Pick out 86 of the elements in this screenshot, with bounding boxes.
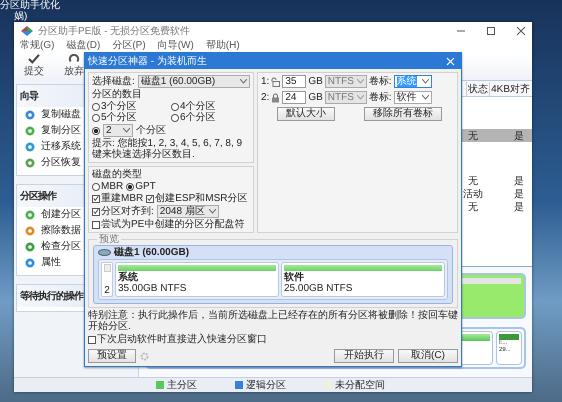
disc-icon <box>25 158 35 168</box>
checkbox-option[interactable]: 下次启动软件时直接进入快速分区窗口 <box>88 334 458 345</box>
hint-text: 提示: 您能按1, 2, 3, 4, 5, 6, 7, 8, 9键来快速选择分区数目. <box>92 138 244 160</box>
disc-icon <box>25 142 35 152</box>
unit-label: GB <box>308 92 323 103</box>
menu-item[interactable]: 磁盘(D) <box>66 40 100 52</box>
partition-block[interactable]: 系统 35.00GB NTFS <box>115 262 279 297</box>
unlocked-icon[interactable] <box>271 76 280 86</box>
radio-option[interactable]: 5个分区 <box>92 112 171 123</box>
preset-button[interactable]: 预设置 <box>88 349 136 363</box>
caret-icon <box>240 79 247 84</box>
disk-title: 磁盘1 (60.00GB) <box>114 247 190 258</box>
checkmark-icon <box>27 54 41 64</box>
legend-label: 逻辑分区 <box>246 378 286 392</box>
radio-button[interactable] <box>92 126 100 134</box>
size-input[interactable]: 35 <box>282 75 306 88</box>
radio-option[interactable]: 6个分区 <box>171 112 250 123</box>
toolbar-button[interactable]: 提交 <box>18 52 50 80</box>
checkbox-option[interactable]: 创建ESP和MSR分区 <box>146 193 248 204</box>
checkbox[interactable] <box>92 208 100 216</box>
menu-item[interactable]: 帮助(H) <box>206 40 240 52</box>
menu-item[interactable]: 常规(G) <box>20 40 54 52</box>
start-button[interactable]: 开始执行 <box>334 349 394 363</box>
default-size-button[interactable]: 默认大小 <box>277 107 335 121</box>
partition-count: 2 <box>104 285 110 296</box>
desktop-icon-label[interactable]: 娲) <box>14 11 28 22</box>
caret-icon <box>356 79 364 84</box>
radio-option[interactable]: 4个分区 <box>171 101 250 112</box>
undo-icon <box>67 54 81 64</box>
filesystem-dropdown[interactable]: NTFS <box>324 75 367 88</box>
menu-item[interactable]: 分区(P) <box>112 40 146 52</box>
partition-index: 1: <box>261 76 270 87</box>
caret-icon <box>356 95 364 100</box>
size-input[interactable]: 24 <box>282 91 306 104</box>
partition-block[interactable]: 软件 25.00GB NTFS <box>281 262 445 297</box>
caret-icon <box>422 95 429 100</box>
count-dropdown[interactable]: 2 <box>103 124 133 137</box>
partition-index: 2: <box>261 92 270 103</box>
remove-labels-button[interactable]: 移除所有卷标 <box>364 107 442 121</box>
unit-label: GB <box>308 76 323 87</box>
legend-label: 未分配空间 <box>335 378 385 392</box>
field-label: 卷标: <box>368 76 392 87</box>
radio-button[interactable] <box>171 102 179 110</box>
app-logo-icon <box>20 25 34 37</box>
checkbox[interactable] <box>88 336 96 344</box>
column-header[interactable]: 状态 <box>466 82 489 96</box>
menu-item[interactable]: 向导(W) <box>158 40 194 52</box>
caret-icon <box>208 209 216 214</box>
caret-icon <box>422 79 429 84</box>
section-label: 磁盘的类型 <box>92 169 143 180</box>
disc-icon <box>25 242 35 252</box>
desktop-icon-label[interactable]: 分区助手优化 <box>0 0 60 11</box>
checkbox-option[interactable]: 分区对齐到: <box>92 206 154 217</box>
lock-icon[interactable] <box>271 92 280 102</box>
radio-button[interactable] <box>92 182 100 190</box>
disc-icon <box>25 110 35 120</box>
maximize-icon[interactable] <box>486 26 496 36</box>
checkbox[interactable] <box>92 194 100 202</box>
disc-icon <box>25 226 35 236</box>
dialog-title: 快速分区神器 - 为装机而生 <box>88 54 207 68</box>
caret-icon <box>123 128 130 133</box>
disc-icon <box>25 210 35 220</box>
field-label: 选择磁盘: <box>92 76 135 87</box>
cancel-button[interactable]: 取消(C) <box>398 349 458 363</box>
radio-button[interactable] <box>171 114 179 122</box>
checkbox[interactable] <box>146 194 154 202</box>
checkbox-option[interactable]: 尝试为PE中创建的分区分配盘符 <box>92 219 244 230</box>
radio-button[interactable] <box>92 114 100 122</box>
volume-label-dropdown[interactable]: 软件 <box>394 91 432 104</box>
field-label: 个分区 <box>136 125 166 136</box>
warning-text: 特别注意：执行此操作后，当前所选磁盘上已经存在的所有分区将被删除！按回车键开始分区. <box>88 310 458 332</box>
disk-icon <box>98 249 111 256</box>
legend-label: 主分区 <box>167 378 197 392</box>
disc-icon <box>25 258 35 268</box>
group-title: 预览 <box>97 234 121 245</box>
checkbox[interactable] <box>92 220 100 228</box>
disk-dropdown[interactable]: 磁盘1 (60.00GB) <box>138 75 250 88</box>
field-label: 卷标: <box>368 92 392 103</box>
disc-icon <box>25 126 35 136</box>
column-header[interactable]: 4KB对齐 <box>489 82 532 96</box>
radio-button[interactable] <box>92 102 100 110</box>
close-icon[interactable] <box>516 26 526 36</box>
alignment-dropdown[interactable]: 2048 扇区 <box>156 205 219 218</box>
window-title: 分区助手PE版 - 无损分区免费软件 <box>38 24 190 38</box>
radio-button[interactable] <box>126 182 134 190</box>
filesystem-dropdown[interactable]: NTFS <box>324 91 367 104</box>
